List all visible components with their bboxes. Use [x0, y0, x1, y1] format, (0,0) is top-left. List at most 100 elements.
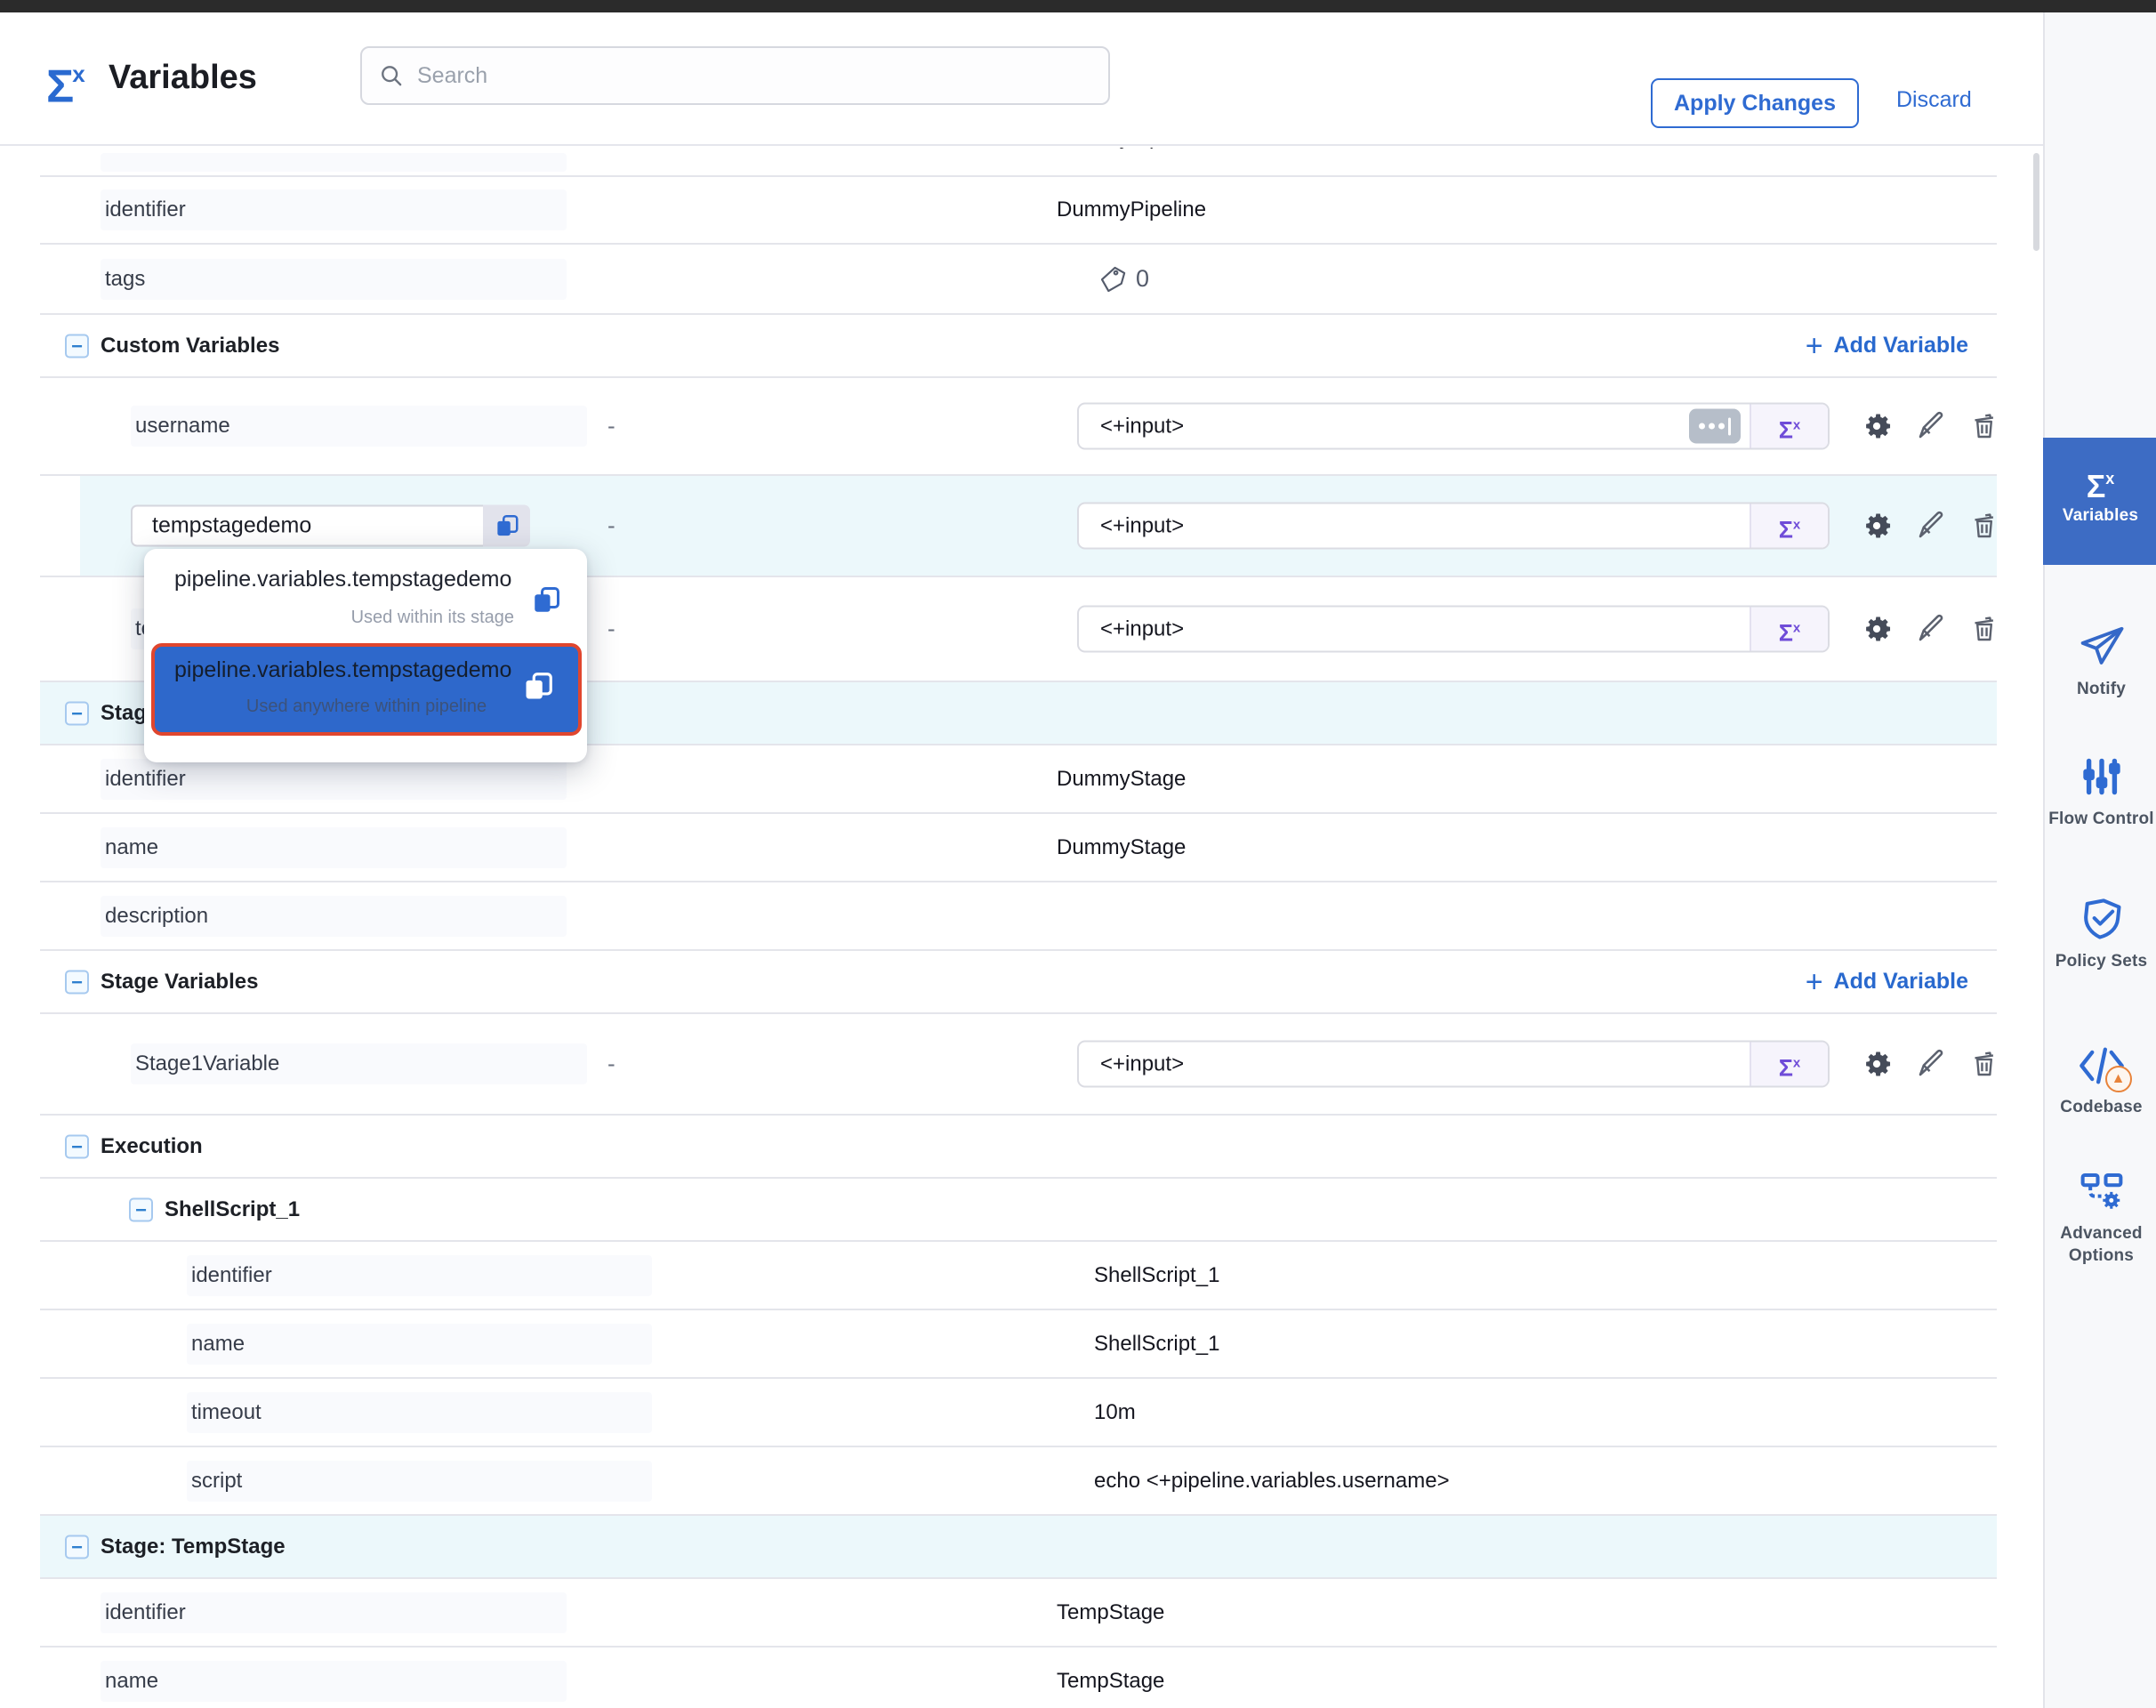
- variable-name: username: [131, 406, 587, 447]
- scrollbar-thumb[interactable]: [2033, 153, 2039, 251]
- field-label: name: [187, 1324, 652, 1365]
- copy-path-button[interactable]: [483, 505, 530, 547]
- delete-trash-icon[interactable]: [1968, 510, 2000, 542]
- tab-policy-sets[interactable]: Policy Sets: [2045, 895, 2156, 972]
- plus-icon: +: [1806, 969, 1823, 995]
- section-title: Custom Variables: [101, 334, 279, 359]
- edit-pencil-icon[interactable]: [1915, 410, 1947, 442]
- section-custom-variables: − Custom Variables + Add Variable: [40, 315, 1997, 378]
- section-stage-variables: − Stage Variables + Add Variable: [40, 951, 1997, 1014]
- variable-row-username: username - <+input> Σx: [40, 378, 1997, 476]
- copy-option-scope: Used anywhere within pipeline: [155, 697, 578, 717]
- panel-header: Σx Variables Apply Changes Discard: [0, 12, 2043, 146]
- collapse-icon[interactable]: −: [65, 701, 89, 725]
- field-value: TempStage: [1057, 1600, 1164, 1625]
- table-row-pipeline-tags: tags 0: [40, 245, 1997, 315]
- discard-button[interactable]: Discard: [1896, 87, 1972, 113]
- copy-icon[interactable]: [530, 584, 562, 621]
- field-label: description: [101, 896, 567, 937]
- variable-value-input[interactable]: <+input> Σx: [1077, 606, 1830, 653]
- apply-changes-button[interactable]: Apply Changes: [1651, 78, 1859, 128]
- edit-pencil-icon[interactable]: [1915, 613, 1947, 645]
- field-value: TempStage: [1057, 1669, 1164, 1694]
- tab-codebase[interactable]: ▲ Codebase: [2045, 1043, 2156, 1118]
- collapse-icon[interactable]: −: [65, 970, 89, 994]
- field-label: script: [187, 1461, 652, 1502]
- copy-option-path: pipeline.variables.tempstagedemo: [174, 657, 511, 683]
- required-dash: -: [607, 1051, 615, 1078]
- field-label: name: [101, 1661, 567, 1702]
- field-value: DummyPipeline: [1057, 197, 1206, 222]
- search-box[interactable]: [360, 46, 1110, 105]
- section-title: Execution: [101, 1134, 203, 1159]
- field-label: name: [101, 827, 567, 868]
- settings-gear-icon[interactable]: [1860, 612, 1894, 646]
- settings-gear-icon[interactable]: [1860, 509, 1894, 543]
- variable-name-input[interactable]: [131, 505, 483, 547]
- table-row-step-timeout: timeout 10m: [40, 1379, 1997, 1447]
- tab-advanced-options[interactable]: Advanced Options: [2045, 1167, 2156, 1267]
- settings-gear-icon[interactable]: [1860, 1047, 1894, 1081]
- edit-pencil-icon[interactable]: [1915, 510, 1947, 542]
- table-row-step-script: script echo <+pipeline.variables.usernam…: [40, 1447, 1997, 1516]
- field-label: tags: [101, 259, 567, 300]
- variable-value-input[interactable]: <+input> Σx: [1077, 503, 1830, 550]
- expression-toggle-icon[interactable]: Σx: [1750, 1043, 1828, 1086]
- table-row-clipped: DummyPipeline: [40, 148, 1997, 177]
- expression-toggle-icon[interactable]: Σx: [1750, 504, 1828, 548]
- copy-icon[interactable]: [521, 670, 555, 708]
- pipeline-tools-rail: Σx Variables Notify Flow Control Policy …: [2043, 12, 2156, 1708]
- delete-trash-icon[interactable]: [1968, 613, 2000, 645]
- field-value: echo <+pipeline.variables.username>: [1094, 1469, 1450, 1494]
- variable-value-input[interactable]: <+input> Σx: [1077, 1041, 1830, 1088]
- section-title: Stage: TempStage: [101, 1535, 286, 1559]
- add-variable-button[interactable]: + Add Variable: [1806, 333, 1968, 359]
- clipped-value: DummyPipeline: [1057, 148, 1430, 158]
- collapse-icon[interactable]: −: [65, 1535, 89, 1559]
- variables-panel: Σx Variables Apply Changes Discard Dummy…: [0, 0, 2156, 1708]
- paper-plane-icon: [2078, 623, 2126, 671]
- copy-option-selected[interactable]: pipeline.variables.tempstagedemo Used an…: [151, 643, 582, 736]
- table-row-stage-name: name DummyStage: [40, 814, 1997, 882]
- collapse-icon[interactable]: −: [65, 334, 89, 358]
- expression-toggle-icon[interactable]: Σx: [1750, 608, 1828, 651]
- section-title: Stage Variables: [101, 970, 258, 995]
- variables-table: DummyPipeline identifier DummyPipeline t…: [0, 148, 2043, 1708]
- tag-icon: [1097, 264, 1127, 294]
- expression-toggle-icon[interactable]: Σx: [1750, 405, 1828, 448]
- runtime-input-options-icon[interactable]: [1689, 409, 1741, 444]
- field-label: identifier: [101, 189, 567, 230]
- plus-icon: +: [1806, 333, 1823, 359]
- shield-check-icon: [2078, 895, 2126, 943]
- tab-flow-control[interactable]: Flow Control: [2045, 753, 2156, 830]
- variable-name-editor[interactable]: [131, 505, 530, 547]
- variable-name: Stage1Variable: [131, 1043, 587, 1084]
- tab-variables[interactable]: Σx Variables: [2043, 438, 2156, 565]
- collapse-icon[interactable]: −: [65, 1134, 89, 1158]
- field-label: [101, 153, 567, 172]
- required-dash: -: [607, 616, 615, 643]
- field-label: identifier: [101, 1592, 567, 1633]
- tab-notify[interactable]: Notify: [2045, 623, 2156, 700]
- field-label: identifier: [101, 759, 567, 800]
- copy-option-scope: Used within its stage: [351, 608, 514, 628]
- tags-count: 0: [1136, 265, 1149, 293]
- table-row-step-name: name ShellScript_1: [40, 1310, 1997, 1379]
- section-execution: − Execution: [40, 1116, 1997, 1179]
- settings-gear-icon[interactable]: [1860, 409, 1894, 443]
- flowchart-gear-icon: [2078, 1167, 2126, 1215]
- collapse-icon[interactable]: −: [129, 1197, 153, 1221]
- add-variable-button[interactable]: + Add Variable: [1806, 969, 1968, 995]
- table-row-tempstage-identifier: identifier TempStage: [40, 1579, 1997, 1648]
- field-value: ShellScript_1: [1094, 1332, 1219, 1357]
- delete-trash-icon[interactable]: [1968, 1048, 2000, 1080]
- table-row-stage-description: description: [40, 882, 1997, 951]
- search-input[interactable]: [417, 63, 1092, 89]
- delete-trash-icon[interactable]: [1968, 410, 2000, 442]
- variable-row-stage1variable: Stage1Variable - <+input> Σx: [40, 1014, 1997, 1116]
- edit-pencil-icon[interactable]: [1915, 1048, 1947, 1080]
- section-stage-tempstage: − Stage: TempStage: [40, 1516, 1997, 1579]
- variables-sigma-icon: Σx: [2043, 463, 2156, 504]
- copy-option-path[interactable]: pipeline.variables.tempstagedemo: [174, 567, 511, 592]
- variable-value-input[interactable]: <+input> Σx: [1077, 403, 1830, 450]
